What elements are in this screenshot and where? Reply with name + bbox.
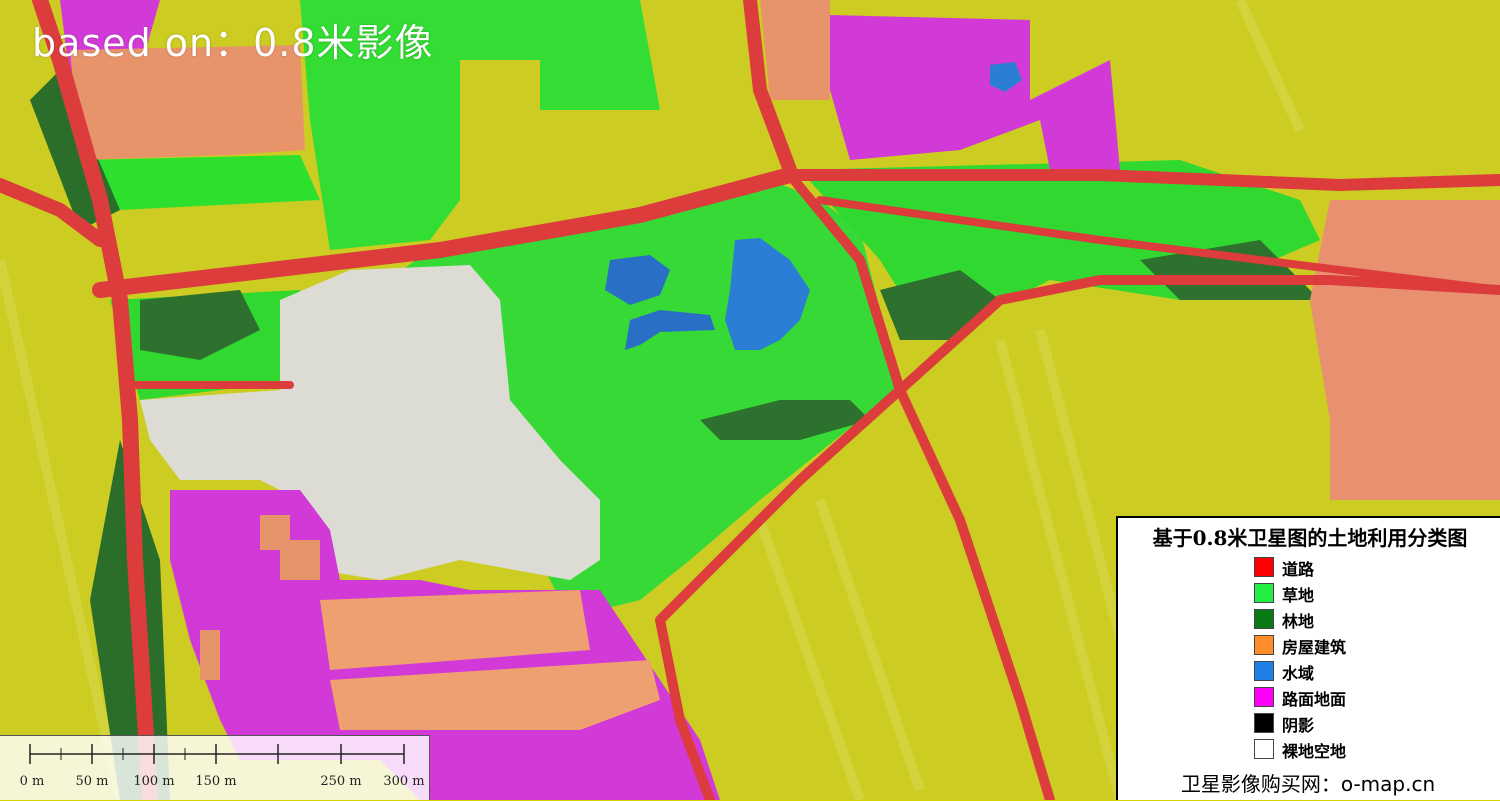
legend-swatch-pavement (1254, 687, 1274, 707)
legend-label-building: 房屋建筑 (1282, 638, 1347, 657)
building-block-topcenter (760, 0, 830, 100)
map-overlay-title: based on：0.8米影像 (32, 21, 434, 65)
legend-label-forest: 林地 (1282, 612, 1315, 631)
legend-label-shadow: 阴影 (1282, 716, 1315, 735)
legend-title: 基于0.8米卫星图的土地利用分类图 (1152, 526, 1468, 550)
scale-bar: 0 m 50 m 100 m 150 m 250 m 300 m (0, 735, 430, 800)
scale-label-50: 50 m (75, 774, 109, 789)
scale-label-150: 150 m (195, 774, 237, 789)
legend-swatch-water (1254, 661, 1274, 681)
map-legend: 基于0.8米卫星图的土地利用分类图 道路 草地 林地 房屋建筑 水域 路面地面 … (1116, 516, 1500, 800)
legend-swatch-grass (1254, 583, 1274, 603)
legend-swatch-bare-land (1254, 739, 1274, 759)
building-small-3 (200, 630, 220, 680)
legend-label-pavement: 路面地面 (1282, 690, 1347, 709)
legend-swatch-forest (1254, 609, 1274, 629)
legend-swatch-building (1254, 635, 1274, 655)
legend-swatch-shadow (1254, 713, 1274, 733)
building-small-2 (280, 540, 320, 580)
legend-label-bare-land: 裸地空地 (1282, 742, 1347, 761)
scale-label-250: 250 m (320, 774, 362, 789)
legend-label-water: 水域 (1282, 664, 1315, 683)
scale-label-300: 300 m (383, 774, 425, 789)
scale-label-100: 100 m (133, 774, 175, 789)
legend-footer-source: 卫星影像购买网：o-map.cn (1180, 772, 1436, 796)
scale-label-0: 0 m (19, 774, 45, 789)
scale-bar-graphic (29, 744, 405, 764)
legend-swatch-road (1254, 557, 1274, 577)
building-block-east (1310, 200, 1500, 500)
legend-label-road: 道路 (1282, 560, 1315, 579)
legend-label-grass: 草地 (1282, 586, 1315, 605)
